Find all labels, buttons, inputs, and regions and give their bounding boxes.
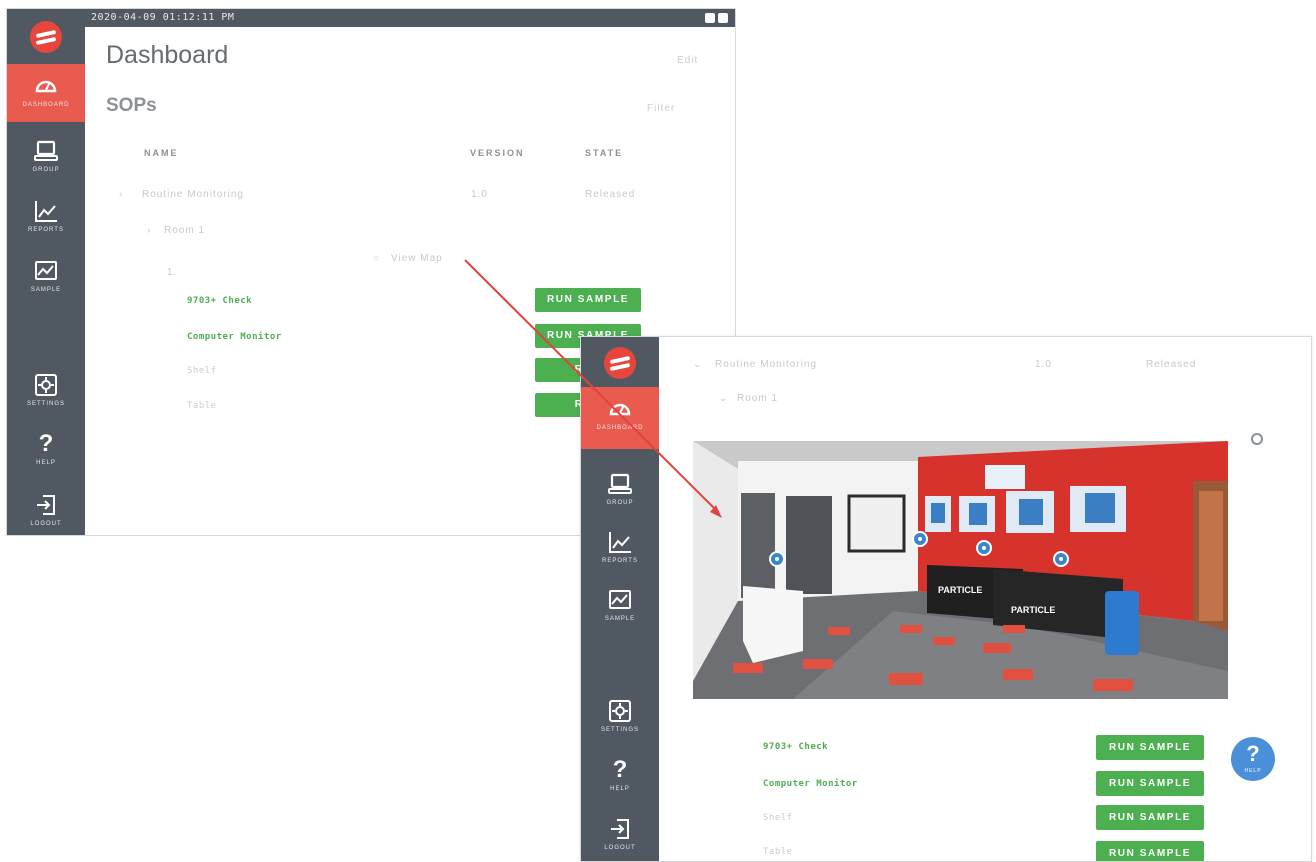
logout-icon bbox=[611, 819, 629, 839]
run-sample-button[interactable]: RUN SAMPLE bbox=[1096, 841, 1204, 861]
sub-row-name: Room 1 bbox=[737, 393, 779, 404]
sidebar-item-sample[interactable]: SAMPLE bbox=[7, 249, 85, 307]
line-chart-icon bbox=[35, 201, 57, 222]
chevron-down-icon: ⌄ bbox=[693, 359, 703, 370]
map-icon: ○ bbox=[373, 253, 381, 264]
sub-index: 1. bbox=[167, 267, 178, 278]
sidebar-item-settings[interactable]: SETTINGS bbox=[581, 689, 659, 747]
sidebar-item-label: HELP bbox=[36, 460, 56, 466]
sidebar-item-logout[interactable]: LOGOUT bbox=[7, 483, 85, 535]
sidebar-item-group[interactable]: GROUP bbox=[581, 462, 659, 520]
sidebar-item-reports[interactable]: REPORTS bbox=[7, 189, 85, 247]
question-icon: ? bbox=[38, 430, 54, 457]
sop-version: 1.0 bbox=[1035, 359, 1052, 370]
sidebar-item-label: DASHBOARD bbox=[596, 425, 644, 431]
sop-version: 1.0 bbox=[471, 189, 488, 200]
gauge-icon bbox=[609, 403, 631, 416]
chevron-down-icon: ⌄ bbox=[719, 393, 729, 404]
map-pin-icon[interactable] bbox=[976, 540, 992, 556]
battery-icon bbox=[718, 13, 728, 23]
sop-state: Released bbox=[1146, 359, 1197, 370]
sidebar-item-group[interactable]: GROUP bbox=[7, 129, 85, 187]
sidebar-item-label: REPORTS bbox=[602, 558, 638, 564]
run-sample-button[interactable]: RUN SAMPLE bbox=[1096, 735, 1204, 760]
logout-icon bbox=[37, 495, 55, 515]
gauge-icon bbox=[35, 80, 57, 93]
table-sign-text: PARTICLE bbox=[938, 585, 982, 595]
sample-item-name: Computer Monitor bbox=[763, 779, 858, 789]
sample-item-name: 9703+ Check bbox=[187, 296, 253, 306]
sample-item-name: Shelf bbox=[763, 813, 793, 823]
sidebar-item-label: GROUP bbox=[606, 500, 634, 506]
app-logo bbox=[30, 21, 62, 53]
sidebar: DASHBOARD GROUP REPORTS SAMPLE SETTINGS … bbox=[581, 337, 659, 861]
sidebar: DASHBOARD GROUP REPORTS SAMPLE SETTINGS … bbox=[7, 9, 85, 535]
sample-item-name: Shelf bbox=[187, 366, 217, 376]
laptop-icon bbox=[34, 140, 58, 161]
sidebar-item-label: SETTINGS bbox=[26, 401, 65, 407]
sop-state: Released bbox=[585, 189, 636, 200]
sidebar-item-label: GROUP bbox=[32, 167, 60, 173]
room-photo-illustration: PARTICLE PARTICLE bbox=[693, 441, 1228, 699]
status-icons bbox=[705, 12, 729, 24]
image-chart-icon bbox=[35, 261, 57, 280]
sidebar-item-label: LOGOUT bbox=[604, 845, 636, 851]
room-map-image: PARTICLE PARTICLE bbox=[693, 441, 1228, 699]
app-logo bbox=[604, 347, 636, 379]
table-sign-text: PARTICLE bbox=[1011, 605, 1055, 615]
settings-icon bbox=[609, 700, 631, 722]
sidebar-item-help[interactable]: ? HELP bbox=[7, 423, 85, 481]
laptop-icon bbox=[608, 473, 632, 494]
run-sample-button[interactable]: RUN SAMPLE bbox=[535, 288, 641, 312]
question-icon: ? bbox=[1246, 741, 1260, 766]
edit-link[interactable]: Edit bbox=[677, 55, 698, 66]
sop-name: Routine Monitoring bbox=[142, 189, 244, 200]
map-pin-icon[interactable] bbox=[769, 551, 785, 567]
image-chart-icon bbox=[609, 590, 631, 609]
chevron-right-icon: › bbox=[147, 225, 152, 236]
column-header-state[interactable]: STATE bbox=[585, 148, 623, 158]
sidebar-item-label: SETTINGS bbox=[600, 727, 639, 733]
sub-row-name: Room 1 bbox=[164, 225, 206, 236]
run-sample-button[interactable]: RUN SAMPLE bbox=[1096, 771, 1204, 796]
sidebar-item-reports[interactable]: REPORTS bbox=[581, 520, 659, 578]
settings-icon bbox=[35, 374, 57, 396]
sidebar-item-sample[interactable]: SAMPLE bbox=[581, 578, 659, 636]
sidebar-item-dashboard[interactable]: DASHBOARD bbox=[581, 387, 659, 449]
sidebar-item-help[interactable]: ? HELP bbox=[581, 749, 659, 807]
datetime-text: 2020-04-09 01:12:11 PM bbox=[91, 12, 235, 23]
chevron-right-icon: › bbox=[119, 189, 124, 200]
sample-item-name: Table bbox=[187, 401, 217, 411]
page-title: Dashboard bbox=[106, 41, 229, 69]
help-bubble-button[interactable]: ? HELP bbox=[1231, 737, 1275, 781]
wifi-icon bbox=[705, 13, 715, 23]
map-pin-icon[interactable] bbox=[912, 531, 928, 547]
close-map-icon[interactable] bbox=[1251, 433, 1263, 445]
sample-item-name: 9703+ Check bbox=[763, 742, 829, 752]
sop-name: Routine Monitoring bbox=[715, 359, 817, 370]
sidebar-item-label: LOGOUT bbox=[30, 521, 62, 527]
sample-item-name: Table bbox=[763, 847, 793, 857]
column-header-name[interactable]: NAME bbox=[144, 148, 179, 158]
map-view-screen: DASHBOARD GROUP REPORTS SAMPLE SETTINGS … bbox=[580, 336, 1312, 862]
sidebar-item-label: SAMPLE bbox=[604, 616, 636, 622]
sidebar-item-label: DASHBOARD bbox=[22, 102, 70, 108]
sidebar-item-logout[interactable]: LOGOUT bbox=[581, 807, 659, 861]
sidebar-item-label: REPORTS bbox=[28, 227, 64, 233]
sidebar-item-dashboard[interactable]: DASHBOARD bbox=[7, 64, 85, 122]
status-bar: 2020-04-09 01:12:11 PM bbox=[85, 9, 735, 27]
column-header-version[interactable]: VERSION bbox=[470, 148, 525, 158]
line-chart-icon bbox=[609, 532, 631, 553]
filter-link[interactable]: Filter bbox=[647, 103, 675, 114]
run-sample-button[interactable]: RUN SAMPLE bbox=[1096, 805, 1204, 830]
sidebar-item-label: HELP bbox=[610, 786, 630, 792]
section-title-sops: SOPs bbox=[106, 95, 157, 116]
view-map-text: View Map bbox=[391, 253, 443, 264]
sample-item-name: Computer Monitor bbox=[187, 332, 282, 342]
question-icon: ? bbox=[612, 756, 628, 783]
sidebar-item-label: SAMPLE bbox=[30, 287, 62, 293]
sidebar-item-settings[interactable]: SETTINGS bbox=[7, 363, 85, 421]
map-pin-icon[interactable] bbox=[1053, 551, 1069, 567]
help-bubble-label: HELP bbox=[1244, 768, 1262, 774]
